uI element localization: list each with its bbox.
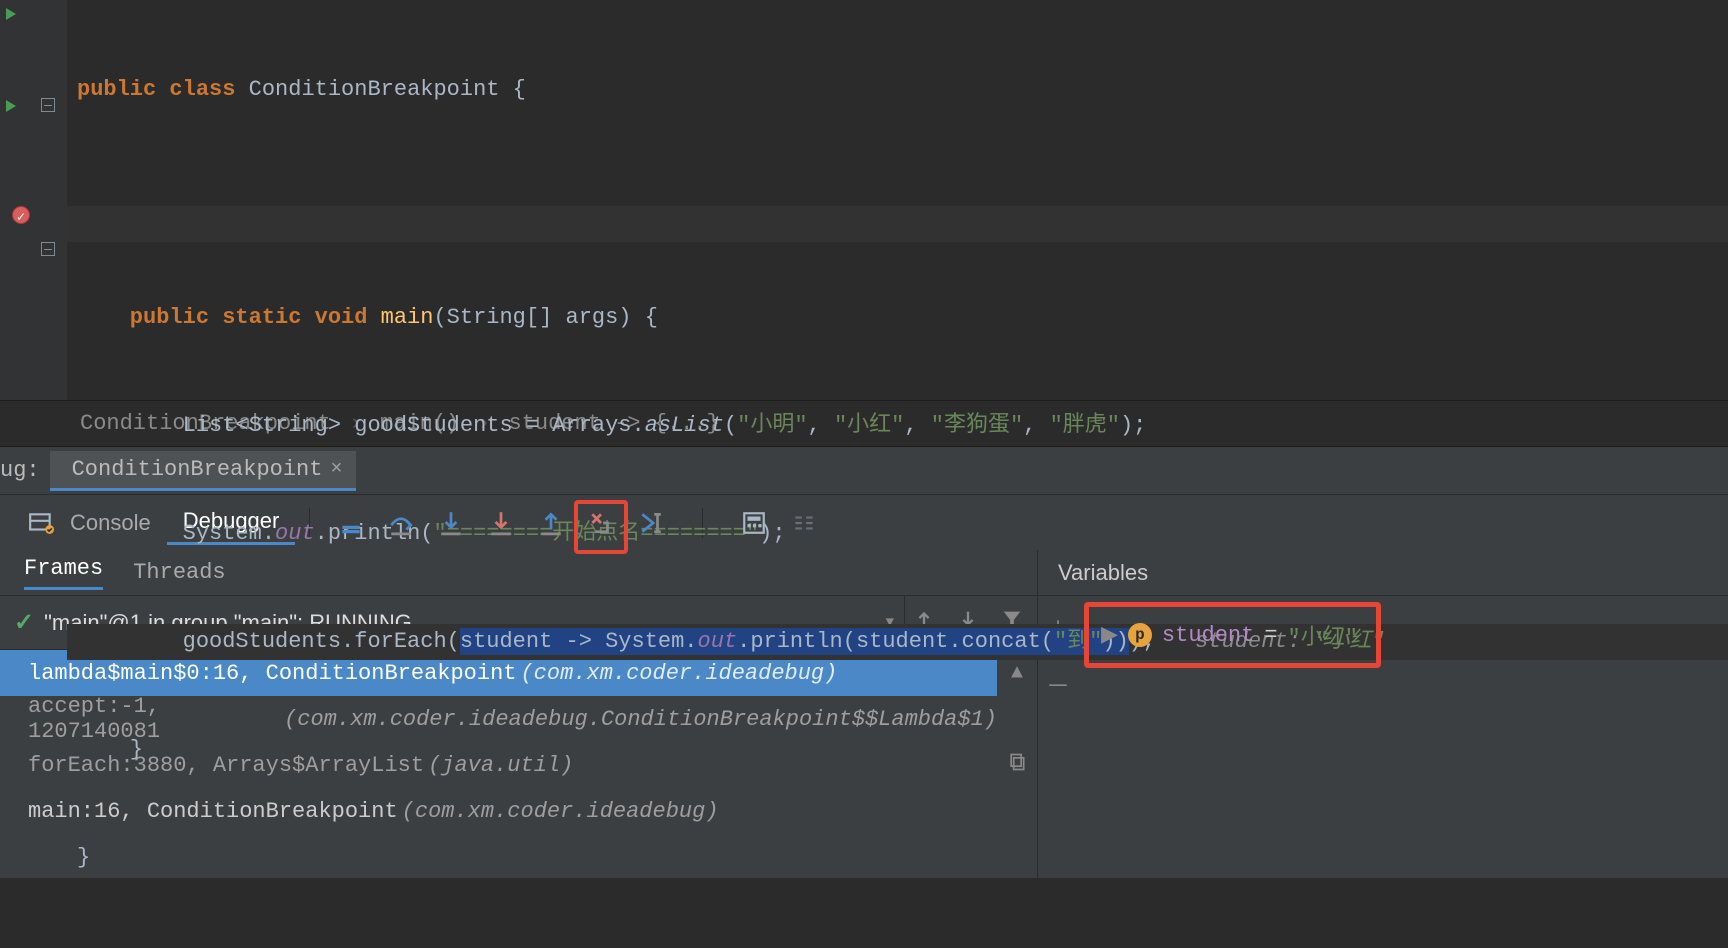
brace: { bbox=[499, 77, 525, 102]
method-params: (String[] args) { bbox=[433, 305, 657, 330]
str-lit: "胖虎" bbox=[1050, 413, 1120, 438]
sysout: System. bbox=[77, 521, 275, 546]
str-lit: "小明" bbox=[737, 413, 807, 438]
brace: } bbox=[77, 845, 90, 870]
evaluate-expression-icon[interactable] bbox=[741, 510, 767, 536]
editor-gutter bbox=[0, 0, 67, 400]
run-class-icon[interactable] bbox=[0, 8, 67, 20]
aslist-call: asList bbox=[645, 413, 724, 438]
breakpoint-icon[interactable] bbox=[0, 206, 67, 224]
println: .println( bbox=[315, 521, 434, 546]
show-execution-point-icon[interactable] bbox=[338, 510, 364, 536]
drop-frame-icon[interactable] bbox=[588, 510, 614, 536]
kw-public-static-void: public static void bbox=[77, 305, 381, 330]
step-over-icon[interactable] bbox=[388, 510, 414, 536]
run-to-cursor-icon[interactable] bbox=[638, 510, 664, 536]
check-icon: ✓ bbox=[14, 608, 34, 638]
str-lit: "李狗蛋" bbox=[931, 413, 1023, 438]
variable-row[interactable]: ▶ p student = "小红" bbox=[1093, 611, 1366, 659]
trace-current-stream-chain-icon[interactable] bbox=[791, 510, 817, 536]
list-decl: List<String> goodStudents = Arrays. bbox=[77, 413, 645, 438]
equals: = bbox=[1264, 623, 1277, 648]
str-lit: "小红" bbox=[834, 413, 904, 438]
param-badge-icon: p bbox=[1128, 623, 1152, 647]
kw-public-class: public class bbox=[77, 77, 249, 102]
paren: ( bbox=[724, 413, 737, 438]
semi: ); bbox=[1120, 413, 1146, 438]
code-editor[interactable]: public class ConditionBreakpoint { publi… bbox=[0, 0, 1728, 400]
debug-label: ug: bbox=[0, 458, 50, 483]
fold-icon[interactable] bbox=[41, 242, 55, 256]
variable-name: student bbox=[1162, 623, 1254, 648]
layout-settings-icon[interactable] bbox=[28, 510, 54, 536]
variable-highlight-box: ▶ p student = "小红" bbox=[1084, 602, 1381, 668]
force-step-into-icon[interactable] bbox=[488, 510, 514, 536]
code-content[interactable]: public class ConditionBreakpoint { publi… bbox=[67, 0, 1728, 400]
brace: } bbox=[77, 737, 143, 762]
class-name: ConditionBreakpoint bbox=[249, 77, 500, 102]
lambda: student -> System. bbox=[460, 629, 698, 654]
expand-icon[interactable]: ▶ bbox=[1101, 622, 1118, 648]
concat: .println(student.concat( bbox=[737, 629, 1054, 654]
out-field: out bbox=[698, 629, 738, 654]
method-name: main bbox=[381, 305, 434, 330]
fold-icon[interactable] bbox=[41, 98, 55, 112]
run-method-icon[interactable] bbox=[0, 100, 67, 112]
step-out-icon[interactable] bbox=[538, 510, 564, 536]
variable-value: "小红" bbox=[1288, 619, 1358, 651]
step-into-icon[interactable] bbox=[438, 510, 464, 536]
foreach: goodStudents.forEach( bbox=[77, 629, 460, 654]
out-field: out bbox=[275, 521, 315, 546]
